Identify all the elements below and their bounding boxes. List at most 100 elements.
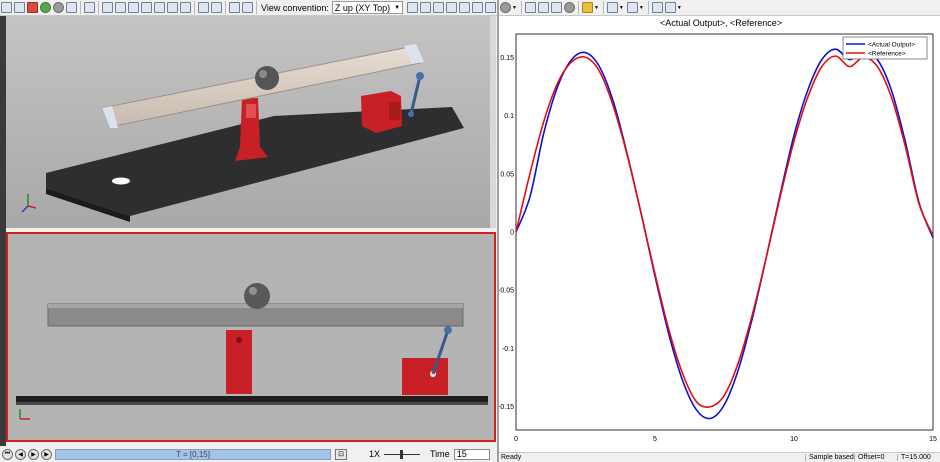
run-icon[interactable] (537, 2, 549, 13)
chart-title: <Actual Output>, <Reference> (660, 18, 782, 28)
split-vertical-icon[interactable] (242, 2, 253, 13)
viewport-scrollbar[interactable] (490, 16, 496, 228)
rotate-icon[interactable] (420, 2, 432, 13)
view-convention-value: Z up (XY Top) (334, 2, 391, 13)
x-tick-label: 5 (653, 436, 657, 443)
playback-bar: ⏮ ◀ ▶ ▶ T = [0,15] ⊡ 1X Time 15 (0, 446, 498, 462)
step-back-icon[interactable] (524, 2, 536, 13)
pivot-hole (236, 337, 242, 343)
app-window: View convention: Z up (XY Top) ▼ ⏮ ◀ ▶ ▶… (0, 0, 940, 462)
status-offset: Offset=0 (854, 454, 885, 461)
zoom-icon[interactable] (626, 2, 638, 13)
view-right-icon[interactable] (141, 2, 152, 13)
record-icon[interactable] (53, 2, 64, 13)
front-scene (16, 283, 488, 420)
chevron-down-icon[interactable]: ▼ (677, 5, 682, 11)
x-tick-label: 10 (790, 436, 798, 443)
linkage-joint-top (416, 72, 424, 80)
settings-icon[interactable] (500, 2, 511, 13)
isometric-viewport[interactable] (6, 16, 496, 228)
speed-slider[interactable] (384, 449, 421, 460)
linkage-arm (409, 75, 422, 115)
stop-icon[interactable] (27, 2, 38, 13)
axis-x (27, 205, 37, 209)
view-left-icon[interactable] (128, 2, 139, 13)
ball (244, 283, 270, 309)
scope-toolbar: ▼ ▼ ▼ ▼ ▼ (499, 0, 940, 16)
view-convention-select[interactable]: Z up (XY Top) ▼ (331, 1, 404, 14)
rewind-icon[interactable]: ⏮ (2, 448, 13, 460)
time-label: Time (430, 449, 450, 459)
frames-icon[interactable] (485, 2, 497, 13)
step-forward-icon[interactable] (550, 2, 562, 13)
y-tick-label: 0.1 (504, 113, 514, 120)
select-cursor-icon[interactable] (407, 2, 419, 13)
status-bar: Ready Sample based Offset=0 T=15.000 (499, 452, 940, 462)
mechanics-explorer-toolbar: View convention: Z up (XY Top) ▼ (0, 0, 536, 16)
roll-icon[interactable] (433, 2, 445, 13)
chevron-down-icon[interactable]: ▼ (619, 5, 624, 11)
x-tick-label: 0 (514, 436, 518, 443)
fit-to-view-icon[interactable] (84, 2, 95, 13)
chevron-down-icon[interactable]: ▼ (512, 5, 517, 11)
motor-housing (402, 358, 448, 395)
play-icon[interactable] (40, 2, 51, 13)
motor-front (389, 102, 400, 120)
measure-icon[interactable] (664, 2, 676, 13)
time-input[interactable]: 15 (453, 448, 490, 460)
ball (255, 66, 279, 90)
plot-frame (515, 33, 934, 431)
base-plate-shadow (16, 402, 488, 405)
zoom-icon[interactable] (459, 2, 471, 13)
linkage-joint (444, 326, 452, 334)
view-convention-label: View convention: (261, 2, 329, 13)
x-tick-label: 15 (929, 436, 937, 443)
data-cursor-icon[interactable] (651, 2, 663, 13)
mounting-hole (112, 177, 130, 185)
step-forward-icon[interactable]: ▶ (41, 448, 52, 460)
y-tick-label: -0.1 (502, 346, 514, 353)
base-plate (16, 396, 488, 402)
split-view-icon[interactable] (211, 2, 222, 13)
highlight-icon[interactable] (581, 2, 593, 13)
view-front-icon[interactable] (102, 2, 113, 13)
status-ready: Ready (501, 454, 522, 461)
y-tick-label: -0.15 (499, 404, 514, 411)
y-tick-label: 0 (510, 230, 514, 237)
axis-y (21, 205, 29, 213)
zoom-box-icon[interactable] (472, 2, 484, 13)
view-top-icon[interactable] (154, 2, 165, 13)
print-icon[interactable] (14, 2, 25, 13)
pan-icon[interactable] (446, 2, 458, 13)
view-iso-icon[interactable] (180, 2, 191, 13)
step-back-icon[interactable]: ◀ (15, 448, 26, 460)
stop-icon[interactable] (563, 2, 575, 13)
front-viewport[interactable] (6, 232, 496, 442)
chevron-down-icon[interactable]: ▼ (594, 5, 599, 11)
scope-plot-area: <Actual Output>, <Reference> 0 5 10 15 0.15 0… (498, 16, 940, 452)
time-slider[interactable]: T = [0,15] (55, 448, 331, 460)
view-back-icon[interactable] (115, 2, 126, 13)
single-view-icon[interactable] (198, 2, 209, 13)
pivot-joint (246, 104, 256, 118)
speed-label: 1X (369, 449, 381, 459)
y-tick-label: -0.05 (499, 288, 514, 295)
isometric-scene (21, 44, 464, 222)
legend-label: <Reference> (868, 51, 906, 58)
view-bottom-icon[interactable] (167, 2, 178, 13)
status-mode: Sample based (805, 454, 854, 461)
y-tick-label: 0.15 (500, 55, 514, 62)
split-horizontal-icon[interactable] (229, 2, 240, 13)
frame-icon[interactable] (66, 2, 77, 13)
cursor-icon[interactable] (606, 2, 618, 13)
loop-icon[interactable]: ⊡ (335, 448, 347, 460)
restore-icon[interactable] (1, 2, 12, 13)
scope-chart: <Actual Output>, <Reference> 0 5 10 15 0.15 0… (498, 18, 937, 443)
ball-highlight (249, 287, 257, 295)
chevron-down-icon[interactable]: ▼ (639, 5, 644, 11)
y-tick-label: 0.05 (500, 171, 514, 178)
legend-label: <Actual Output> (868, 42, 915, 49)
ball-highlight (259, 70, 267, 78)
play-icon[interactable]: ▶ (28, 448, 39, 460)
status-time: T=15.000 (897, 454, 931, 461)
